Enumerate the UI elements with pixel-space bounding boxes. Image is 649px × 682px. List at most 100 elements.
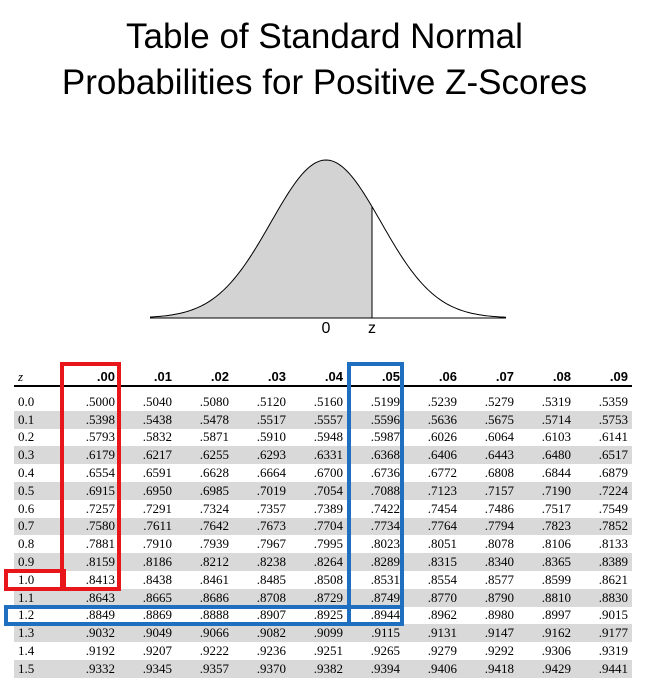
probability-cell: .7054 xyxy=(290,481,347,500)
probability-cell: .8133 xyxy=(598,536,628,552)
probability-cell: .8577 xyxy=(484,571,514,587)
probability-cell: .5000 xyxy=(85,393,115,409)
z-value-cell: 0.9 xyxy=(14,553,62,571)
probability-cell: .8810 xyxy=(518,588,575,607)
z-value-cell: 1.5 xyxy=(14,659,62,678)
z-value-cell: 0.5 xyxy=(14,481,62,500)
probability-cell: .5557 xyxy=(290,410,347,429)
page-title: Table of Standard Normal Probabilities f… xyxy=(0,14,649,106)
probability-cell: .9429 xyxy=(518,659,575,678)
table-row: 1.3.9032.9049.9066.9082.9099.9115.9131.9… xyxy=(14,624,632,643)
probability-cell: .6554 xyxy=(85,465,115,481)
probability-cell: .7389 xyxy=(313,500,343,516)
z-value-cell: 1.4 xyxy=(18,643,35,659)
probability-cell: .9066 xyxy=(176,624,233,643)
column-header: .03 xyxy=(233,368,290,387)
spacer-cell xyxy=(14,386,632,393)
probability-cell: .7157 xyxy=(461,481,518,500)
probability-cell: .7995 xyxy=(313,536,343,552)
probability-cell: .6255 xyxy=(176,446,233,465)
probability-cell: .9049 xyxy=(119,624,176,643)
column-header: .06 xyxy=(404,368,461,387)
probability-cell: .5714 xyxy=(518,410,575,429)
probability-cell: .9292 xyxy=(484,643,514,659)
table-row: 1.2 .8849 .8869 .8888 .8907 .8925 .8944 .8962 .8… xyxy=(14,607,632,625)
table-row: 0.1.5398.5438.5478.5517.5557.5596.5636.5… xyxy=(14,410,632,429)
probability-cell: .6141 xyxy=(598,429,628,445)
z-table-container: z .00.01.02.03.04.05.06.07.08.09 0.0 .500… xyxy=(14,368,632,678)
column-header: .07 xyxy=(461,368,518,387)
header-spacer xyxy=(14,386,632,393)
probability-cell: .6664 xyxy=(256,465,286,481)
probability-cell: .8869 xyxy=(142,607,172,623)
column-header: .09 xyxy=(575,368,632,387)
probability-cell: .6103 xyxy=(541,429,571,445)
probability-cell: .5596 xyxy=(347,410,404,429)
probability-cell: .9177 xyxy=(575,624,632,643)
probability-cell: .5199 xyxy=(370,393,400,409)
probability-cell: .7454 xyxy=(427,500,457,516)
probability-cell: .8315 xyxy=(404,553,461,571)
table-header-row: z .00.01.02.03.04.05.06.07.08.09 xyxy=(14,368,632,387)
probability-cell: .9441 xyxy=(575,659,632,678)
probability-cell: .8365 xyxy=(518,553,575,571)
probability-cell: .9319 xyxy=(598,643,628,659)
probability-cell: .6331 xyxy=(290,446,347,465)
probability-cell: .8729 xyxy=(290,588,347,607)
probability-cell: .8830 xyxy=(575,588,632,607)
probability-cell: .6064 xyxy=(484,429,514,445)
probability-cell: .7224 xyxy=(575,481,632,500)
z-value-cell: 1.0 xyxy=(18,571,35,587)
probability-cell: .7939 xyxy=(199,536,229,552)
table-row: 0.2 .5793 .5832 .5871 .5910 .5948 .5987 .6026 .6… xyxy=(14,429,632,447)
probability-cell: .7486 xyxy=(484,500,514,516)
table-row: 0.6 .7257 .7291 .7324 .7357 .7389 .7422 .7454 .7… xyxy=(14,500,632,518)
probability-cell: .8106 xyxy=(541,536,571,552)
probability-cell: .8686 xyxy=(176,588,233,607)
z-label: z xyxy=(368,320,376,337)
probability-cell: .6591 xyxy=(142,465,172,481)
table-row: 0.3.6179.6217.6255.6293.6331.6368.6406.6… xyxy=(14,446,632,465)
probability-cell: .7257 xyxy=(85,500,115,516)
z-value-cell: 1.1 xyxy=(14,588,62,607)
probability-cell: .8389 xyxy=(575,553,632,571)
probability-cell: .5948 xyxy=(313,429,343,445)
probability-cell: .8023 xyxy=(370,536,400,552)
probability-cell: .6915 xyxy=(62,481,119,500)
probability-cell: .7422 xyxy=(370,500,400,516)
table-row: 0.0 .5000 .5040 .5080 .5120 .5160 .5199 .5239 .5… xyxy=(14,393,632,411)
probability-cell: .6368 xyxy=(347,446,404,465)
probability-cell: .7642 xyxy=(176,517,233,536)
probability-cell: .9082 xyxy=(233,624,290,643)
probability-cell: .8925 xyxy=(313,607,343,623)
probability-cell: .9251 xyxy=(313,643,343,659)
probability-cell: .9192 xyxy=(85,643,115,659)
probability-cell: .6736 xyxy=(370,465,400,481)
probability-cell: .6406 xyxy=(404,446,461,465)
probability-cell: .6443 xyxy=(461,446,518,465)
probability-cell: .5319 xyxy=(541,393,571,409)
probability-cell: .8289 xyxy=(347,553,404,571)
column-header: .08 xyxy=(518,368,575,387)
probability-cell: .7852 xyxy=(575,517,632,536)
probability-cell: .6179 xyxy=(62,446,119,465)
probability-cell: .7704 xyxy=(290,517,347,536)
probability-cell: .6772 xyxy=(427,465,457,481)
probability-cell: .8438 xyxy=(142,571,172,587)
probability-cell: .8997 xyxy=(541,607,571,623)
probability-cell: .6026 xyxy=(427,429,457,445)
probability-cell: .8888 xyxy=(199,607,229,623)
probability-cell: .9222 xyxy=(199,643,229,659)
probability-cell: .7517 xyxy=(541,500,571,516)
probability-cell: .5517 xyxy=(233,410,290,429)
probability-cell: .8212 xyxy=(176,553,233,571)
table-row: 1.0 .8413 .8438 .8461 .8485 .8508 .8531 .8554 .8… xyxy=(14,571,632,589)
table-row: 0.4 .6554 .6591 .6628 .6664 .6700 .6736 .6772 .6… xyxy=(14,464,632,482)
z-value-cell: 0.8 xyxy=(18,536,35,552)
z-column-header: z xyxy=(14,368,62,387)
probability-cell: .5987 xyxy=(370,429,400,445)
z-table: z .00.01.02.03.04.05.06.07.08.09 0.0 .500… xyxy=(14,368,632,678)
probability-cell: .6628 xyxy=(199,465,229,481)
probability-cell: .6844 xyxy=(541,465,571,481)
probability-cell: .9279 xyxy=(427,643,457,659)
